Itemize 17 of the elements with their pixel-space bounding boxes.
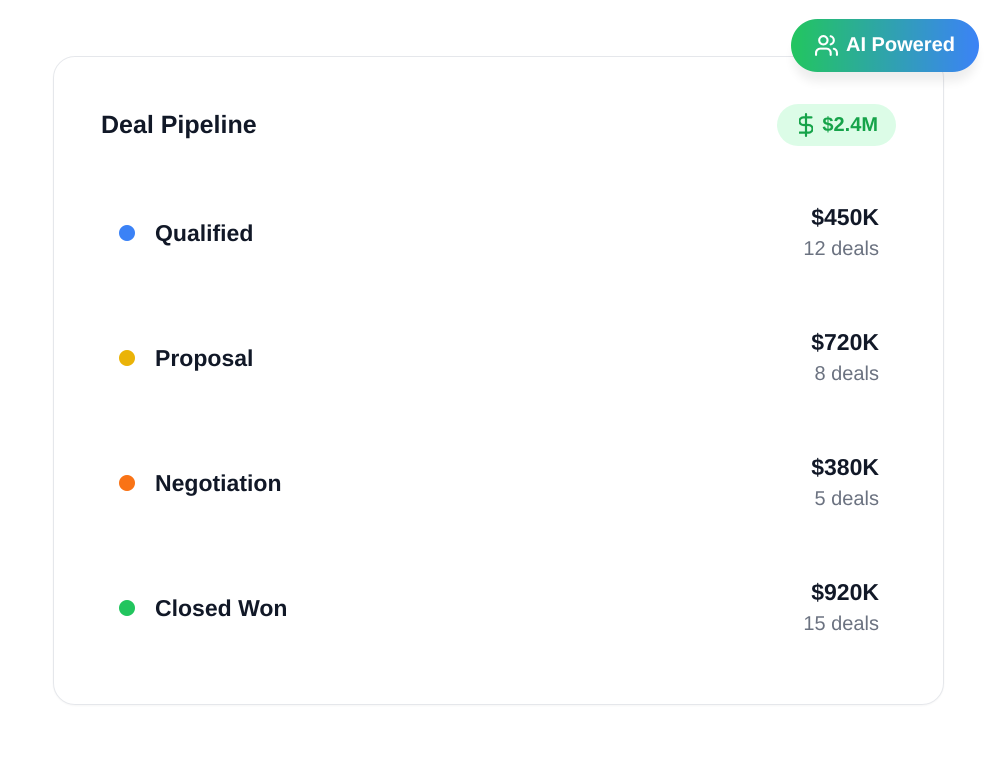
stage-name: Qualified xyxy=(155,220,254,246)
stage-value: $920K xyxy=(811,579,879,605)
users-icon xyxy=(815,35,838,56)
deal-count: 8 deals xyxy=(814,362,879,387)
stage-name: Proposal xyxy=(155,344,254,372)
dollar-sign-icon xyxy=(799,113,814,137)
stage-value: $720K xyxy=(811,329,879,355)
stage-name: Closed Won xyxy=(155,594,288,622)
card-title: Deal Pipeline xyxy=(101,110,257,140)
total-value-text: $2.4M xyxy=(822,114,878,136)
tag-text: AI Powered xyxy=(846,34,955,57)
deal-count: 5 deals xyxy=(814,487,879,512)
stage-name: Negotiation xyxy=(155,470,282,496)
stage-value: $450K xyxy=(811,204,879,230)
deal-count: 12 deals xyxy=(803,237,879,262)
stage-value: $380K xyxy=(811,454,879,480)
deal-count: 15 deals xyxy=(803,612,879,637)
